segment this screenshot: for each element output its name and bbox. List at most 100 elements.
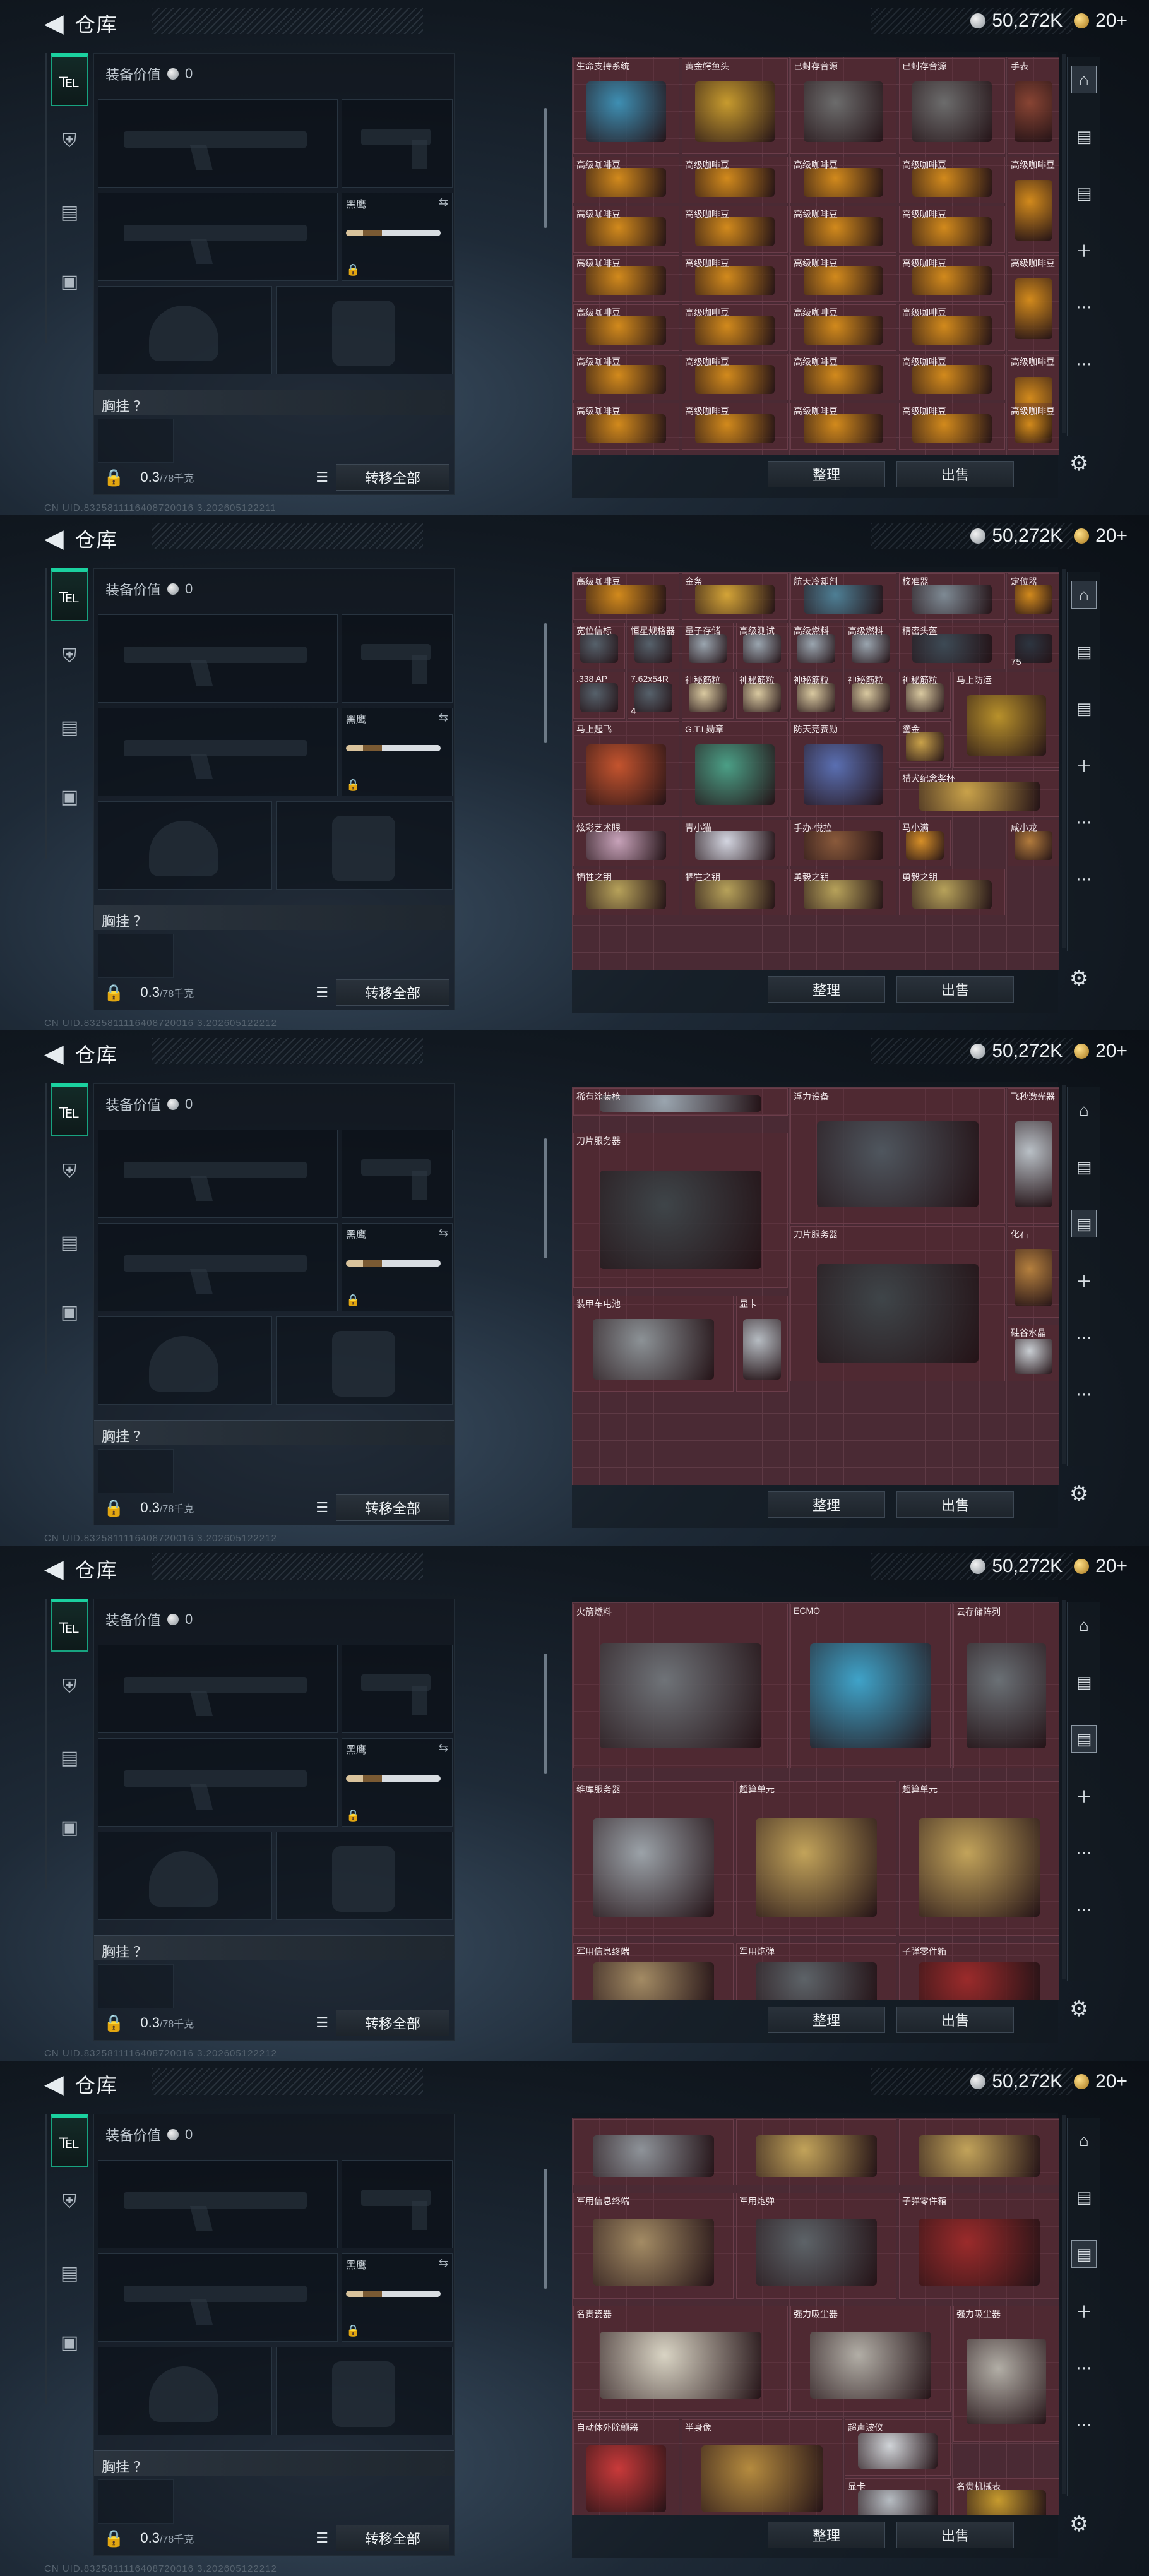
inventory-item[interactable]: 超算单元 bbox=[899, 1780, 1059, 1936]
inventory-item[interactable]: 高级咖啡豆 bbox=[1008, 403, 1059, 450]
inventory-item[interactable]: 军用炮弹 bbox=[736, 1943, 896, 2000]
primary-weapon-slot[interactable] bbox=[98, 1645, 338, 1733]
chevron-left-icon[interactable]: ◀ bbox=[44, 2072, 64, 2097]
sell-button[interactable]: 出售 bbox=[896, 461, 1014, 487]
tab-loadout[interactable]: ℡ bbox=[51, 1083, 88, 1136]
plus-icon[interactable]: ＋ bbox=[1071, 236, 1097, 264]
transfer-all-button[interactable]: 转移全部 bbox=[336, 979, 449, 1006]
loadout-scrollbar[interactable] bbox=[544, 108, 547, 228]
inventory-item[interactable]: 手表 bbox=[1008, 58, 1059, 154]
grid-scrollbar[interactable] bbox=[1062, 2115, 1066, 2494]
pistol-slot[interactable] bbox=[342, 99, 453, 188]
sort-button[interactable]: 整理 bbox=[768, 2007, 885, 2033]
inventory-item[interactable]: 手办·悦拉 bbox=[790, 820, 896, 866]
inventory-item[interactable]: 7.62x54R 4 bbox=[628, 672, 679, 719]
chest-rig-row[interactable]: 胸挂 ？ bbox=[94, 1420, 454, 1445]
tab-case[interactable]: ▣ bbox=[51, 255, 88, 308]
inventory-item[interactable]: 高级咖啡豆 bbox=[573, 403, 679, 450]
inventory-item[interactable]: 高级咖啡豆 bbox=[573, 157, 679, 203]
inventory-item[interactable]: 自动体外除颤器 bbox=[573, 2419, 679, 2515]
more-icon[interactable]: ⋯ bbox=[1071, 808, 1097, 836]
inventory-item[interactable]: 青小猫 bbox=[682, 820, 788, 866]
helmet-slot[interactable] bbox=[98, 1832, 272, 1920]
inventory-item[interactable]: 已封存音源 bbox=[790, 58, 896, 154]
tab-loadout[interactable]: ℡ bbox=[51, 1599, 88, 1652]
inventory-item[interactable]: 强力吸尘器 bbox=[790, 2306, 951, 2412]
inventory-item[interactable]: 神秘筋粒 bbox=[899, 672, 951, 719]
inventory-item[interactable] bbox=[736, 2119, 896, 2186]
inventory-item[interactable]: 黄金鳄鱼头 bbox=[682, 58, 788, 154]
gear-icon[interactable]: ⚙ bbox=[1069, 966, 1088, 991]
armor-slot[interactable] bbox=[276, 1832, 453, 1920]
tab-armor[interactable]: ⛨ bbox=[51, 1145, 88, 1198]
gear-icon[interactable]: ⚙ bbox=[1069, 2512, 1088, 2537]
tag-icon[interactable]: ▤ bbox=[1071, 695, 1097, 722]
tag-icon[interactable]: ▤ bbox=[1071, 2183, 1097, 2211]
vault-icon[interactable]: ⌂ bbox=[1071, 2126, 1097, 2154]
inventory-item[interactable]: 高级咖啡豆 bbox=[682, 206, 788, 253]
inventory-item[interactable]: 神秘筋粒 bbox=[790, 672, 842, 719]
tab-case[interactable]: ▣ bbox=[51, 1285, 88, 1339]
plus-icon[interactable]: ＋ bbox=[1071, 751, 1097, 779]
lock-icon[interactable]: 🔒 bbox=[104, 468, 124, 487]
swap-icon[interactable]: ⇆ bbox=[439, 196, 448, 209]
inventory-item[interactable]: 高级咖啡豆 bbox=[899, 157, 1005, 203]
inventory-item[interactable]: 高级咖啡豆 bbox=[790, 206, 896, 253]
inventory-item[interactable]: 精密头盔 bbox=[899, 623, 1005, 669]
inventory-item[interactable]: 刀片服务器 bbox=[573, 1133, 788, 1288]
sort-button[interactable]: 整理 bbox=[768, 2522, 885, 2548]
armor-slot[interactable] bbox=[276, 286, 453, 374]
sort-button[interactable]: 整理 bbox=[768, 976, 885, 1003]
primary-weapon-slot[interactable] bbox=[98, 99, 338, 188]
tab-loadout[interactable]: ℡ bbox=[51, 53, 88, 106]
inventory-item[interactable]: 炫彩艺术眼 bbox=[573, 820, 679, 866]
secondary-weapon-slot[interactable] bbox=[98, 2253, 338, 2342]
armor-slot[interactable] bbox=[276, 2347, 453, 2435]
lock-icon[interactable]: 🔒 bbox=[104, 1498, 124, 1518]
inventory-item[interactable]: 校准器 bbox=[899, 573, 1005, 620]
inventory-item[interactable]: 军用信息终端 bbox=[573, 1943, 734, 2000]
plus-icon[interactable]: ＋ bbox=[1071, 1267, 1097, 1294]
tab-backpack[interactable]: ▤ bbox=[51, 1216, 88, 1269]
tab-case[interactable]: ▣ bbox=[51, 1801, 88, 1854]
inventory-item[interactable]: G.T.I.勋章 bbox=[682, 721, 788, 817]
chevron-left-icon[interactable]: ◀ bbox=[44, 1041, 64, 1066]
tag-icon[interactable]: ▤ bbox=[1071, 179, 1097, 207]
gear-icon[interactable]: ⚙ bbox=[1069, 1481, 1088, 1506]
transfer-all-button[interactable]: 转移全部 bbox=[336, 1494, 449, 1521]
inventory-item[interactable]: 超声波仪 bbox=[845, 2419, 951, 2476]
plus-icon[interactable]: ＋ bbox=[1071, 1782, 1097, 1810]
chevron-left-icon[interactable]: ◀ bbox=[44, 526, 64, 551]
inventory-item[interactable]: 飞秒激光器 bbox=[1008, 1088, 1059, 1224]
inventory-item[interactable] bbox=[573, 2119, 734, 2186]
sell-button[interactable]: 出售 bbox=[896, 976, 1014, 1003]
inventory-item[interactable]: .338 AP bbox=[573, 672, 625, 719]
sell-button[interactable]: 出售 bbox=[896, 2007, 1014, 2033]
gear-icon[interactable]: ⚙ bbox=[1069, 451, 1088, 476]
primary-weapon-slot[interactable] bbox=[98, 614, 338, 703]
more-icon[interactable]: ⋯ bbox=[1071, 2411, 1097, 2438]
inventory-item[interactable]: 高级咖啡豆 bbox=[573, 255, 679, 302]
inventory-item[interactable]: 军用信息终端 bbox=[573, 2193, 734, 2299]
vault-icon[interactable]: ⌂ bbox=[1071, 1611, 1097, 1639]
secondary-weapon-slot[interactable] bbox=[98, 193, 338, 281]
inventory-item[interactable]: 高级咖啡豆 bbox=[573, 206, 679, 253]
more-icon[interactable]: ⋯ bbox=[1071, 1895, 1097, 1923]
secondary-weapon-slot[interactable] bbox=[98, 1738, 338, 1827]
inventory-item[interactable]: 装甲车电池 bbox=[573, 1295, 734, 1392]
inventory-item[interactable]: 化石 bbox=[1008, 1226, 1059, 1318]
helmet-slot[interactable] bbox=[98, 286, 272, 374]
inventory-item[interactable]: 高级咖啡豆 bbox=[682, 304, 788, 351]
grid-scrollbar[interactable] bbox=[1062, 1085, 1066, 1464]
melee-slot[interactable]: 黑鹰 ⇆ 🔒 bbox=[342, 708, 453, 796]
sell-button[interactable]: 出售 bbox=[896, 1491, 1014, 1518]
helmet-slot[interactable] bbox=[98, 801, 272, 890]
melee-slot[interactable]: 黑鹰 ⇆ 🔒 bbox=[342, 193, 453, 281]
inventory-item[interactable]: 高级咖啡豆 bbox=[682, 255, 788, 302]
inventory-item[interactable]: 高级燃料 bbox=[845, 623, 896, 669]
inventory-item[interactable]: 高级咖啡豆 bbox=[790, 403, 896, 450]
inventory-item[interactable]: 生命支持系统 bbox=[573, 58, 679, 154]
inventory-item[interactable]: 高级咖啡豆 bbox=[790, 255, 896, 302]
inventory-item[interactable]: 金条 bbox=[682, 573, 788, 620]
inventory-item[interactable]: 高级燃料 bbox=[790, 623, 842, 669]
